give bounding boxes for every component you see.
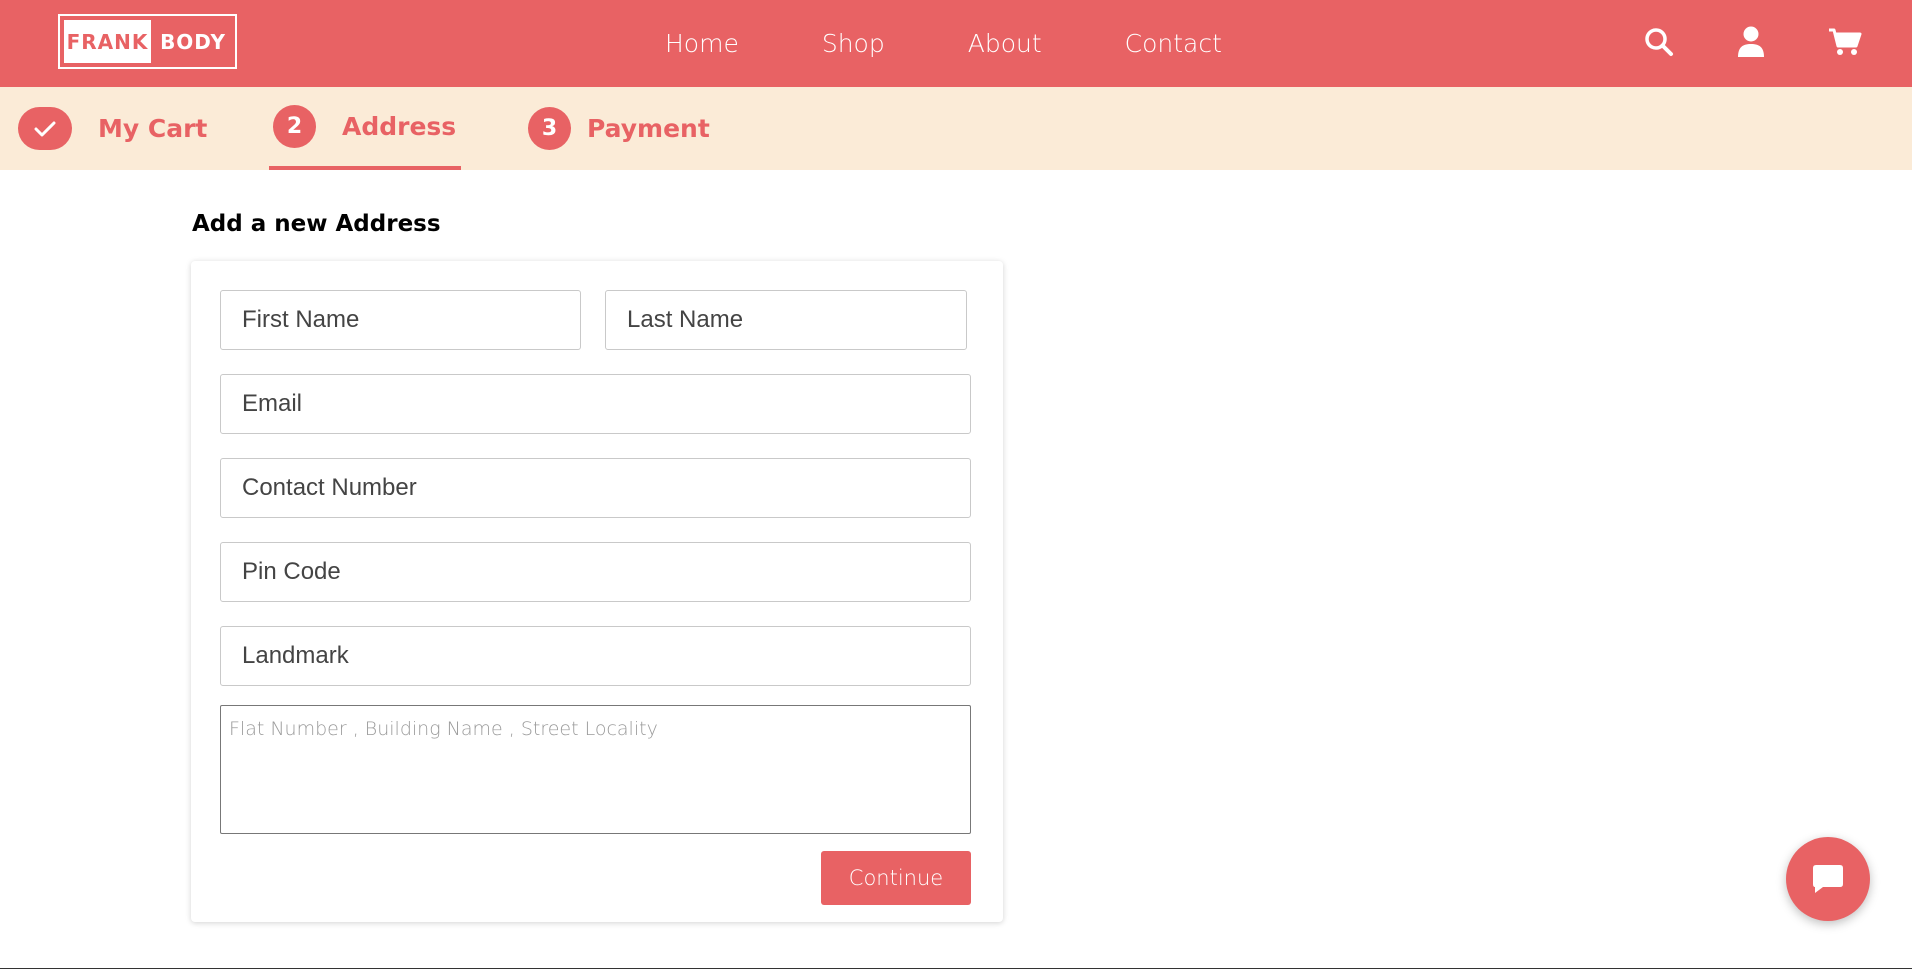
step-my-cart[interactable]: My Cart	[18, 87, 207, 170]
check-icon	[18, 107, 72, 150]
step-label-my-cart: My Cart	[98, 114, 208, 143]
nav-link-home[interactable]: Home	[665, 29, 739, 58]
pin-code-field[interactable]	[220, 542, 971, 602]
site-header: FRANK BODY Home Shop About Contact	[0, 0, 1912, 87]
search-icon[interactable]	[1641, 24, 1677, 60]
address-textarea[interactable]	[220, 705, 971, 834]
main-nav: Home Shop About Contact	[665, 0, 1222, 87]
cart-icon[interactable]	[1827, 24, 1863, 60]
step-number-2: 2	[273, 105, 316, 148]
continue-button[interactable]: Continue	[821, 851, 971, 905]
step-address[interactable]: 2 Address	[269, 87, 462, 170]
chat-button[interactable]	[1786, 837, 1870, 921]
nav-link-about[interactable]: About	[968, 29, 1042, 58]
form-title: Add a new Address	[192, 211, 441, 237]
step-label-payment: Payment	[587, 114, 710, 143]
contact-number-field[interactable]	[220, 458, 971, 518]
logo-text-frank: FRANK	[64, 20, 151, 63]
step-number-3: 3	[528, 107, 571, 150]
nav-link-shop[interactable]: Shop	[822, 29, 885, 58]
page: FRANK BODY Home Shop About Contact My Ca…	[0, 0, 1912, 969]
step-payment[interactable]: 3 Payment	[528, 87, 710, 170]
user-icon[interactable]	[1733, 24, 1769, 60]
first-name-field[interactable]	[220, 290, 581, 350]
logo-text-body: BODY	[160, 29, 226, 54]
address-form-card: Continue	[191, 261, 1003, 922]
last-name-field[interactable]	[605, 290, 967, 350]
chat-bubble-icon	[1813, 865, 1843, 893]
checkout-steps: My Cart 2 Address 3 Payment	[0, 87, 1912, 170]
email-field[interactable]	[220, 374, 971, 434]
nav-link-contact[interactable]: Contact	[1125, 29, 1222, 58]
step-label-address: Address	[342, 112, 457, 141]
landmark-field[interactable]	[220, 626, 971, 686]
brand-logo[interactable]: FRANK BODY	[58, 14, 237, 69]
